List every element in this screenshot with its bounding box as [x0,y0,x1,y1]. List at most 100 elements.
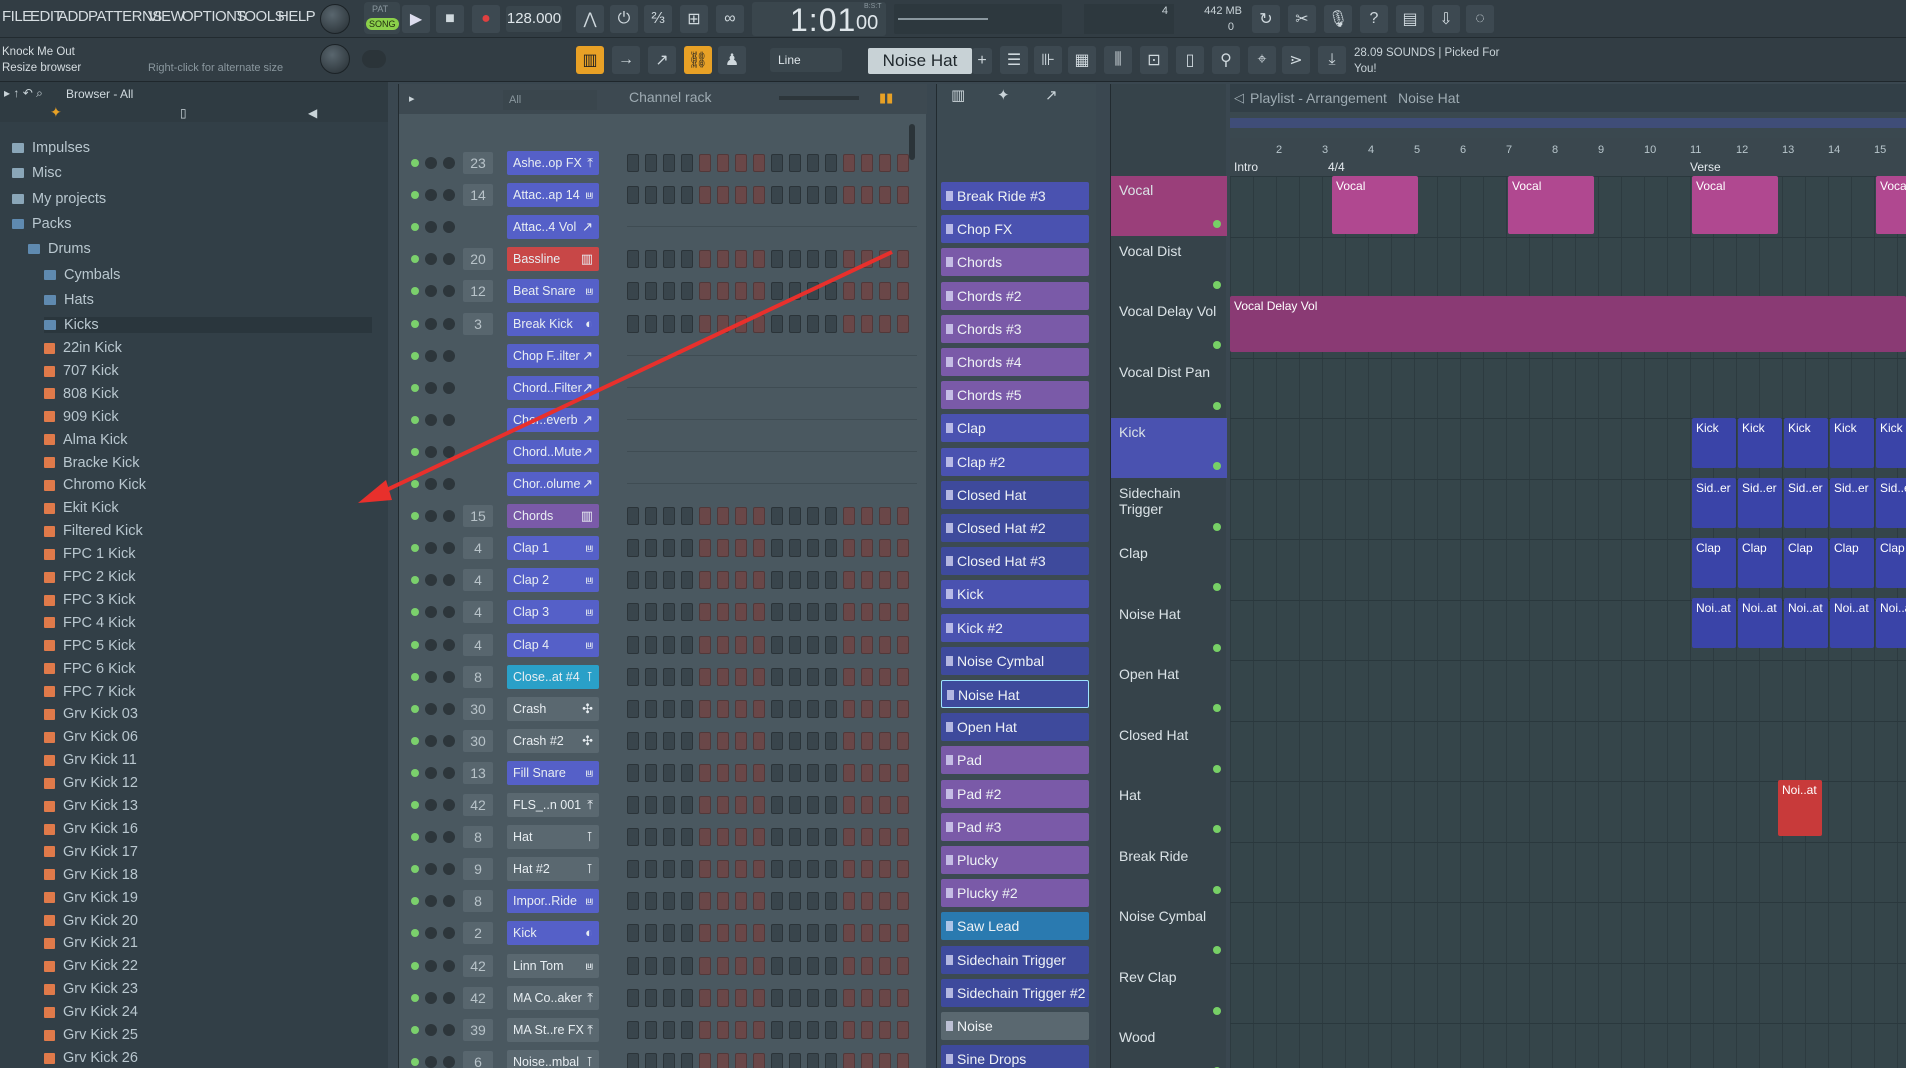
channel-pan-knob[interactable] [425,831,437,844]
step-button[interactable] [627,956,639,975]
channel-button[interactable]: Clap 1 ⩏ [507,536,599,561]
channel-pan-knob[interactable] [425,1023,437,1036]
playlist-clip[interactable]: Vocal [1508,176,1594,234]
browser-file[interactable]: 707 Kick [44,363,119,379]
step-button[interactable] [753,1052,765,1068]
browser-file[interactable]: Ekit Kick [44,500,119,516]
step-button[interactable] [735,763,747,782]
step-button[interactable] [681,603,693,622]
step-button[interactable] [699,250,711,269]
step-button[interactable] [789,731,801,750]
step-button[interactable] [645,860,657,879]
step-button[interactable] [681,571,693,590]
playlist-clip[interactable]: Kick [1784,418,1828,468]
step-button[interactable] [753,571,765,590]
pointer-button[interactable]: ⌖ [1248,46,1276,74]
channel-mute-led[interactable] [411,576,419,585]
step-button[interactable] [771,507,783,526]
step-button[interactable] [861,635,873,654]
playlist-overview[interactable] [1230,112,1906,138]
pattern-item[interactable]: Pad [941,746,1089,775]
channel-pan-knob[interactable] [425,734,437,747]
step-button[interactable] [825,603,837,622]
channel-volume-knob[interactable] [443,927,455,940]
playlist-track[interactable]: Rev Clap [1111,963,1227,1023]
channel-mute-led[interactable] [411,159,419,167]
plugin-picker-button[interactable]: ⊡ [1140,46,1168,74]
channel-mixer-track[interactable]: 30 [463,729,493,752]
step-button[interactable] [825,763,837,782]
channel-mute-led[interactable] [411,640,419,649]
step-button[interactable] [699,892,711,911]
step-button[interactable] [807,667,819,686]
track-enable-led[interactable] [1213,704,1221,712]
channel-mute-led[interactable] [411,544,419,553]
step-button[interactable] [699,635,711,654]
step-button[interactable] [789,314,801,333]
playlist-clip[interactable]: Noi..at [1738,598,1782,648]
channel-pan-knob[interactable] [425,349,437,362]
channel-mute-led[interactable] [411,736,419,745]
track-enable-led[interactable] [1213,1006,1221,1015]
channel-button[interactable]: Chords ▥ [507,504,599,529]
browser-file[interactable]: Grv Kick 24 [44,1004,138,1020]
step-button[interactable] [879,250,891,269]
channel-button[interactable]: Ashe..op FX ⤒ [507,151,599,175]
metronome-button[interactable]: ⋀ [576,5,604,33]
step-button[interactable] [699,731,711,750]
pattern-item[interactable]: Chords #2 [941,281,1089,310]
step-button[interactable] [807,731,819,750]
browser-folder[interactable]: Packs [12,216,372,232]
pattern-item[interactable]: Pad #3 [941,812,1089,841]
pattern-selector[interactable]: Noise Hat [868,48,972,74]
step-button[interactable] [879,667,891,686]
channel-pan-knob[interactable] [425,285,437,298]
step-button[interactable] [897,828,909,847]
channel-mixer-track[interactable]: 42 [463,986,493,1009]
channel-volume-knob[interactable] [443,574,455,587]
playlist-clip[interactable]: Vocal Delay Vol [1230,296,1906,352]
step-button[interactable] [789,539,801,558]
step-button[interactable] [753,154,765,172]
step-button[interactable] [753,186,765,205]
channel-pan-knob[interactable] [425,445,437,458]
step-button[interactable] [645,282,657,301]
step-button[interactable] [717,539,729,558]
browser-file[interactable]: FPC 2 Kick [44,569,136,585]
step-button[interactable] [717,731,729,750]
step-button[interactable] [843,892,855,911]
step-button[interactable] [897,924,909,943]
marker-verse[interactable]: Verse [1690,160,1721,174]
channel-pan-knob[interactable] [425,1055,437,1068]
step-button[interactable] [843,154,855,172]
step-button[interactable] [645,988,657,1007]
step-button[interactable] [789,860,801,879]
step-button[interactable] [861,924,873,943]
step-button[interactable] [645,892,657,911]
step-button[interactable] [753,507,765,526]
typing-keyboard-button[interactable]: ▥ [576,46,604,74]
step-button[interactable] [645,314,657,333]
menu-add[interactable]: ADD [58,8,89,25]
step-button[interactable] [807,250,819,269]
step-button[interactable] [735,314,747,333]
step-button[interactable] [897,667,909,686]
audio-tab-icon[interactable]: ✦ [997,86,1010,104]
step-button[interactable] [807,924,819,943]
playlist-clip[interactable]: Noi..at [1876,598,1906,648]
step-button[interactable] [663,1020,675,1039]
channel-button[interactable]: MA Co..aker ⤒ [507,985,599,1010]
step-button[interactable] [807,314,819,333]
step-button[interactable] [735,892,747,911]
step-button[interactable] [663,828,675,847]
step-button[interactable] [753,828,765,847]
channel-button[interactable]: Crash #2 ✣ [507,728,599,753]
channel-volume-knob[interactable] [443,670,455,683]
step-button[interactable] [807,186,819,205]
browser-file[interactable]: Grv Kick 21 [44,935,138,951]
step-button[interactable] [645,731,657,750]
step-button[interactable] [879,956,891,975]
channel-mute-led[interactable] [411,351,419,360]
step-button[interactable] [681,892,693,911]
step-button[interactable] [717,1052,729,1068]
